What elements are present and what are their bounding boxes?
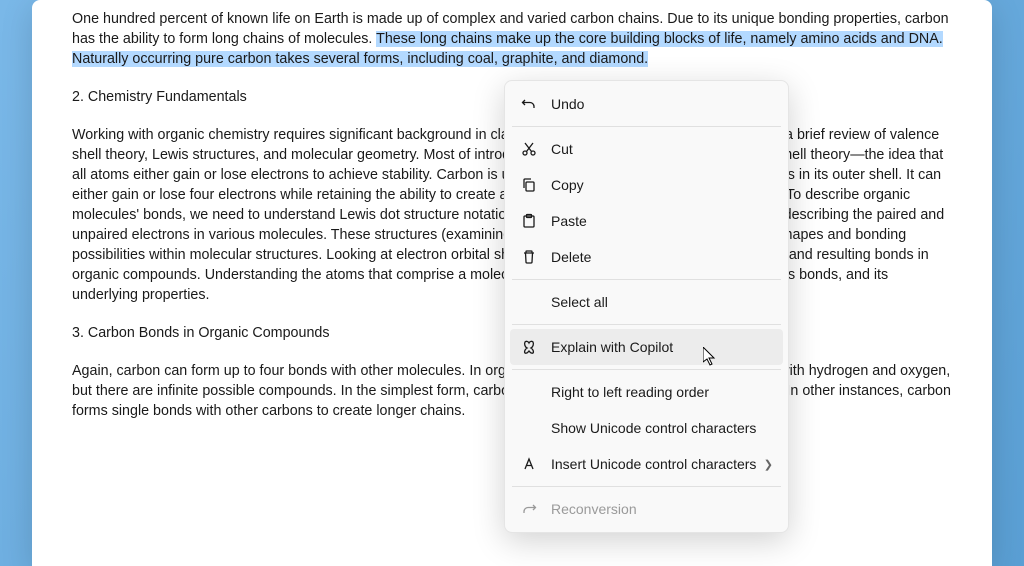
menu-explain-copilot[interactable]: Explain with Copilot [510,329,783,365]
menu-rtl-label: Right to left reading order [551,384,773,400]
menu-cut[interactable]: Cut [510,131,783,167]
menu-delete[interactable]: Delete [510,239,783,275]
undo-icon [520,95,538,113]
menu-separator [512,279,781,280]
context-menu: Undo Cut Copy Paste Delete Select all Ex… [504,80,789,533]
menu-copy[interactable]: Copy [510,167,783,203]
menu-copy-label: Copy [551,177,773,193]
paste-icon [520,212,538,230]
menu-show-unicode-label: Show Unicode control characters [551,420,773,436]
menu-separator [512,126,781,127]
menu-rtl[interactable]: Right to left reading order [510,374,783,410]
spacer-icon [520,383,538,401]
menu-separator [512,324,781,325]
menu-separator [512,369,781,370]
reconversion-icon [520,500,538,518]
menu-select-all-label: Select all [551,294,773,310]
menu-insert-unicode[interactable]: Insert Unicode control characters ❯ [510,446,783,482]
menu-paste[interactable]: Paste [510,203,783,239]
menu-paste-label: Paste [551,213,773,229]
menu-insert-unicode-label: Insert Unicode control characters [551,456,764,472]
menu-delete-label: Delete [551,249,773,265]
paragraph-1[interactable]: One hundred percent of known life on Ear… [72,9,952,69]
menu-undo[interactable]: Undo [510,86,783,122]
menu-undo-label: Undo [551,96,773,112]
menu-select-all[interactable]: Select all [510,284,783,320]
menu-separator [512,486,781,487]
delete-icon [520,248,538,266]
text-a-icon [520,455,538,473]
cut-icon [520,140,538,158]
copilot-icon [520,338,538,356]
spacer-icon [520,293,538,311]
menu-show-unicode[interactable]: Show Unicode control characters [510,410,783,446]
copy-icon [520,176,538,194]
menu-cut-label: Cut [551,141,773,157]
menu-explain-copilot-label: Explain with Copilot [551,339,773,355]
menu-reconversion-label: Reconversion [551,501,773,517]
spacer-icon [520,419,538,437]
chevron-right-icon: ❯ [764,458,773,471]
menu-reconversion: Reconversion [510,491,783,527]
mouse-cursor [703,347,719,367]
